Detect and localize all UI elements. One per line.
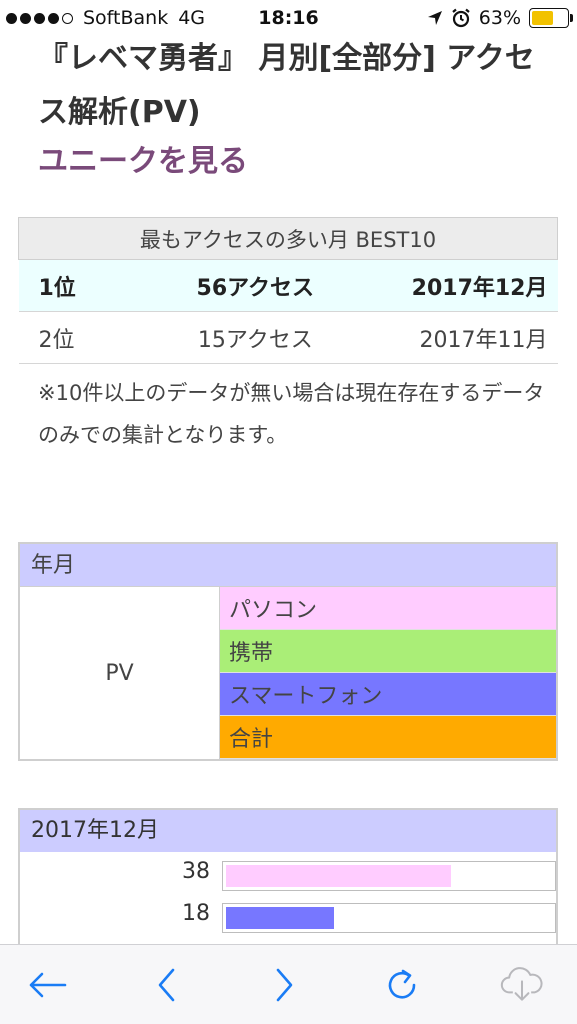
chevron-right-icon[interactable]: [262, 963, 306, 1007]
status-right: 63%: [427, 7, 573, 29]
month-cell: 2017年12月: [342, 259, 558, 312]
battery-icon: [529, 8, 573, 28]
location-arrow-icon: [427, 11, 442, 25]
legend-mobile: 携帯: [220, 630, 556, 673]
access-cell: 56アクセス: [168, 259, 343, 312]
back-arrow-icon[interactable]: [25, 963, 69, 1007]
access-cell: 15アクセス: [168, 311, 343, 364]
table-row: 1位 56アクセス 2017年12月: [18, 259, 558, 312]
bar-track: [222, 861, 556, 891]
reload-icon[interactable]: [380, 963, 424, 1007]
rank-cell: 2位: [18, 311, 169, 364]
bar-row: 18: [20, 894, 556, 936]
bar-value-label: 18: [182, 901, 210, 926]
cloud-download-icon[interactable]: [500, 963, 544, 1007]
best-months-table: 最もアクセスの多い月 BEST10 1位 56アクセス 2017年12月 2位 …: [18, 217, 558, 364]
legend-smartphone: スマートフォン: [220, 673, 556, 716]
table-row: 2位 15アクセス 2017年11月: [18, 311, 558, 364]
bar-row: 38: [20, 852, 556, 894]
bar-value-label: 38: [182, 859, 210, 884]
best-table-header: 最もアクセスの多い月 BEST10: [18, 217, 558, 260]
legend-total: 合計: [220, 716, 556, 759]
chart-title: 2017年12月: [20, 810, 556, 852]
rank-cell: 1位: [18, 259, 169, 312]
bar-pc: [226, 865, 451, 887]
pv-label: PV: [20, 587, 220, 759]
bar-track: [222, 903, 556, 933]
unique-view-link[interactable]: ユニークを見る: [38, 136, 248, 180]
legend-pc: パソコン: [220, 587, 556, 630]
bar-smartphone: [226, 907, 334, 929]
chevron-left-icon[interactable]: [145, 963, 189, 1007]
legend-box: 年月 PV パソコン 携帯 スマートフォン 合計: [18, 542, 558, 761]
month-cell: 2017年11月: [342, 311, 558, 364]
battery-percent: 63%: [478, 7, 521, 29]
page-title: 『レベマ勇者』 月別[全部分] アクセス解析(PV): [38, 41, 535, 130]
browser-toolbar: [0, 944, 577, 1024]
data-note: ※10件以上のデータが無い場合は現在存在するデータのみでの集計となります。: [38, 381, 545, 447]
alarm-icon: [452, 8, 470, 28]
legend-header: 年月: [20, 544, 556, 587]
